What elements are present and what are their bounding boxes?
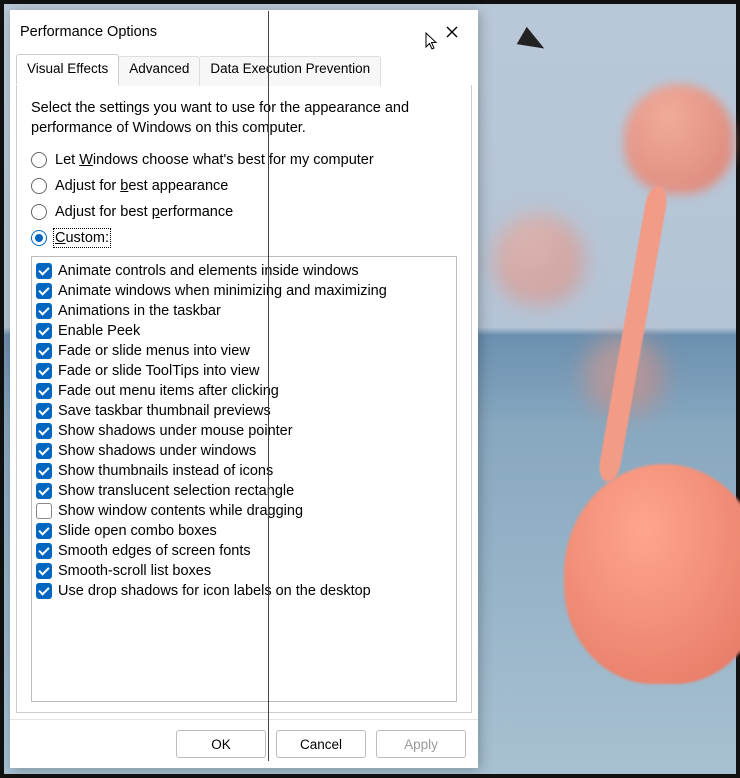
radio-label: Let Windows choose what's best for my co… [55,152,374,168]
effect-row[interactable]: Show translucent selection rectangle [34,481,454,501]
radio-input-opt-custom[interactable] [31,230,47,246]
radio-label: Adjust for best performance [55,204,233,220]
effect-row[interactable]: Show window contents while dragging [34,501,454,521]
effect-label: Show window contents while dragging [58,501,303,521]
effect-checkbox[interactable] [36,323,52,339]
dialog-button-bar: OK Cancel Apply [10,719,478,768]
flamingo-decor [597,184,670,483]
effect-checkbox[interactable] [36,263,52,279]
effect-row[interactable]: Animations in the taskbar [34,301,454,321]
preset-radio-group: Let Windows choose what's best for my co… [31,152,457,246]
effect-row[interactable]: Show shadows under windows [34,441,454,461]
effect-row[interactable]: Smooth edges of screen fonts [34,541,454,561]
effect-row[interactable]: Use drop shadows for icon labels on the … [34,581,454,601]
effect-row[interactable]: Slide open combo boxes [34,521,454,541]
effect-checkbox[interactable] [36,463,52,479]
radio-opt-let[interactable]: Let Windows choose what's best for my co… [31,152,457,168]
visual-effects-panel: Select the settings you want to use for … [16,85,472,713]
ok-button[interactable]: OK [176,730,266,758]
cancel-button[interactable]: Cancel [276,730,366,758]
effect-label: Fade out menu items after clicking [58,381,279,401]
effect-label: Smooth-scroll list boxes [58,561,211,581]
effects-listbox[interactable]: Animate controls and elements inside win… [31,256,457,702]
radio-input-opt-best-perf[interactable] [31,204,47,220]
effect-checkbox[interactable] [36,503,52,519]
effect-label: Animate controls and elements inside win… [58,261,359,281]
tab-data-execution-prevention[interactable]: Data Execution Prevention [199,56,381,86]
effect-row[interactable]: Save taskbar thumbnail previews [34,401,454,421]
effect-checkbox[interactable] [36,483,52,499]
effect-label: Show shadows under windows [58,441,256,461]
effect-label: Animate windows when minimizing and maxi… [58,281,387,301]
effect-checkbox[interactable] [36,563,52,579]
effect-label: Slide open combo boxes [58,521,217,541]
effect-checkbox[interactable] [36,383,52,399]
radio-input-opt-let[interactable] [31,152,47,168]
titlebar[interactable]: Performance Options [10,10,478,54]
tab-strip: Visual EffectsAdvancedData Execution Pre… [10,54,478,85]
vertical-line-artifact [268,11,269,761]
effect-row[interactable]: Animate controls and elements inside win… [34,261,454,281]
flamingo-decor [517,27,550,57]
effect-checkbox[interactable] [36,283,52,299]
apply-button[interactable]: Apply [376,730,466,758]
effect-row[interactable]: Animate windows when minimizing and maxi… [34,281,454,301]
tab-visual-effects[interactable]: Visual Effects [16,54,119,84]
window-title: Performance Options [20,24,430,40]
flamingo-decor [564,464,740,684]
intro-text: Select the settings you want to use for … [31,99,451,138]
effect-row[interactable]: Fade or slide ToolTips into view [34,361,454,381]
tab-advanced[interactable]: Advanced [118,56,200,86]
screen: Performance Options Visual EffectsAdvanc… [0,0,740,778]
flamingo-decor [624,84,734,194]
performance-options-dialog: Performance Options Visual EffectsAdvanc… [10,10,478,768]
effect-checkbox[interactable] [36,403,52,419]
effect-label: Smooth edges of screen fonts [58,541,251,561]
radio-input-opt-best-app[interactable] [31,178,47,194]
effect-row[interactable]: Smooth-scroll list boxes [34,561,454,581]
radio-label: Custom: [55,230,109,246]
radio-opt-custom[interactable]: Custom: [31,230,457,246]
effect-checkbox[interactable] [36,543,52,559]
effect-checkbox[interactable] [36,443,52,459]
effect-label: Show thumbnails instead of icons [58,461,273,481]
effect-row[interactable]: Show thumbnails instead of icons [34,461,454,481]
effect-label: Save taskbar thumbnail previews [58,401,271,421]
effect-row[interactable]: Fade out menu items after clicking [34,381,454,401]
effect-label: Animations in the taskbar [58,301,221,321]
effect-label: Use drop shadows for icon labels on the … [58,581,371,601]
radio-opt-best-app[interactable]: Adjust for best appearance [31,178,457,194]
effect-checkbox[interactable] [36,423,52,439]
flamingo-decor [494,214,584,304]
radio-label: Adjust for best appearance [55,178,228,194]
effect-checkbox[interactable] [36,583,52,599]
effect-checkbox[interactable] [36,303,52,319]
effect-checkbox[interactable] [36,363,52,379]
effect-checkbox[interactable] [36,523,52,539]
effect-label: Fade or slide ToolTips into view [58,361,260,381]
effect-label: Fade or slide menus into view [58,341,250,361]
effect-label: Show shadows under mouse pointer [58,421,293,441]
effect-row[interactable]: Enable Peek [34,321,454,341]
radio-opt-best-perf[interactable]: Adjust for best performance [31,204,457,220]
effect-checkbox[interactable] [36,343,52,359]
effect-label: Show translucent selection rectangle [58,481,294,501]
close-button[interactable] [430,17,474,47]
close-icon [446,26,458,38]
effect-row[interactable]: Fade or slide menus into view [34,341,454,361]
effect-row[interactable]: Show shadows under mouse pointer [34,421,454,441]
effect-label: Enable Peek [58,321,140,341]
